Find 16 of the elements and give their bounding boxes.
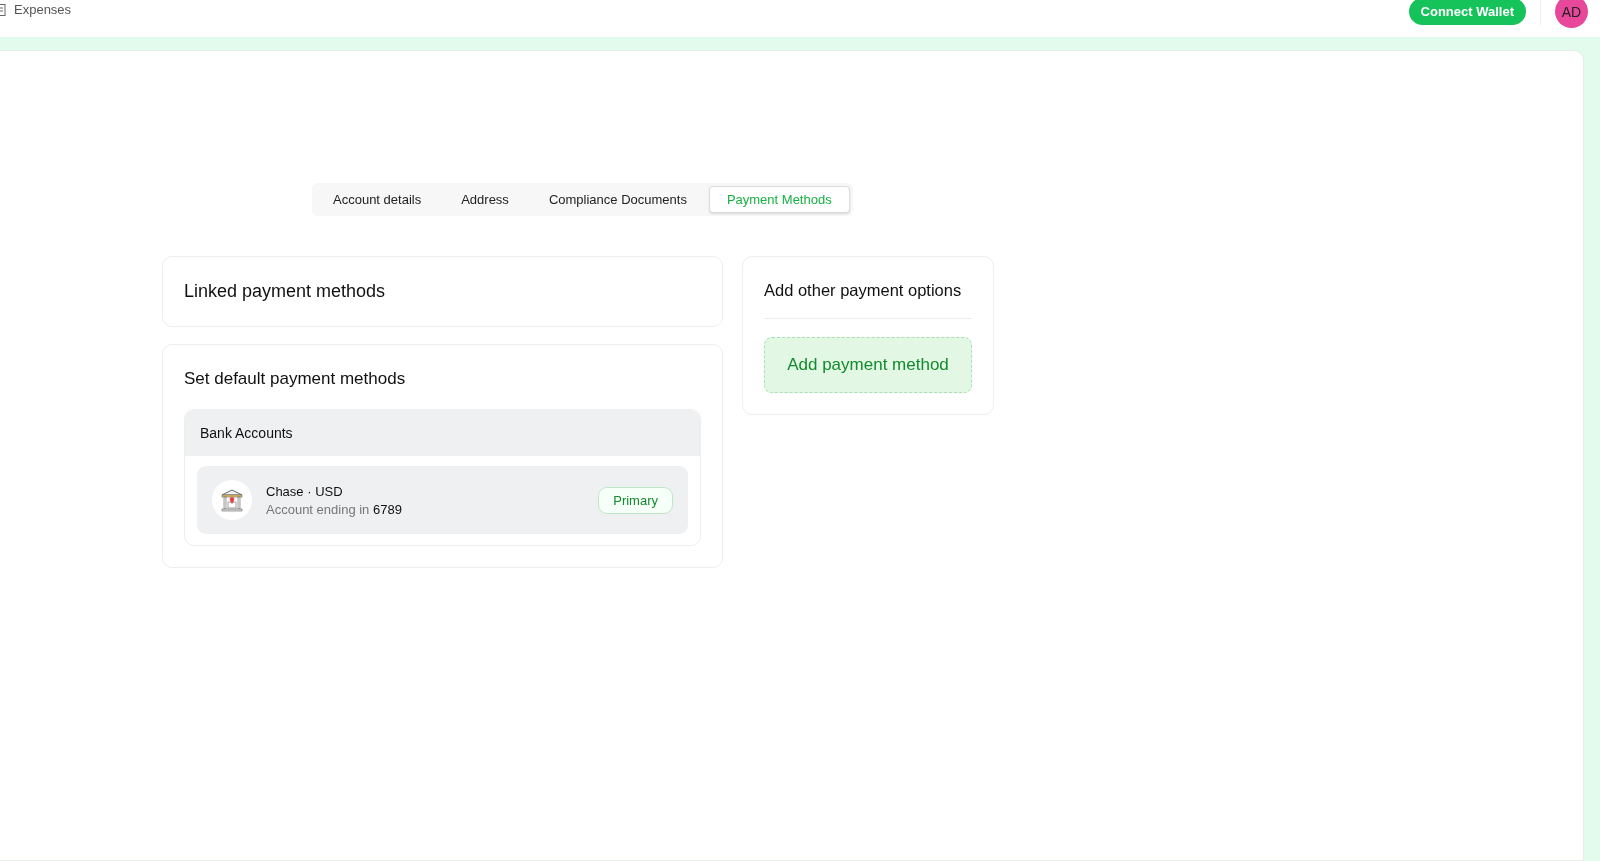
breadcrumb-text[interactable]: Expenses <box>14 2 72 17</box>
primary-badge: Primary <box>598 486 673 514</box>
tab[interactable]: Compliance Documents <box>530 186 705 213</box>
card-title: Linked payment methods <box>184 281 386 301</box>
tab[interactable]: Address <box>443 186 527 213</box>
document-icon <box>0 3 6 16</box>
group-title: Bank Accounts <box>200 425 293 441</box>
card-title: Set default payment methods <box>184 369 407 389</box>
bank-icon <box>219 487 245 513</box>
bank-account-row[interactable]: Chase · USD Account ending in 6789 Primary <box>197 466 688 534</box>
add-payment-method-button[interactable]: Add payment method <box>764 337 972 393</box>
bank-name: Chase · USD <box>266 483 344 499</box>
tab[interactable]: Account details <box>315 186 440 213</box>
user-avatar[interactable]: AD <box>1555 0 1588 28</box>
card-title: Add other payment options <box>764 281 963 300</box>
account-ending-text: Account ending in 6789 <box>266 501 403 517</box>
